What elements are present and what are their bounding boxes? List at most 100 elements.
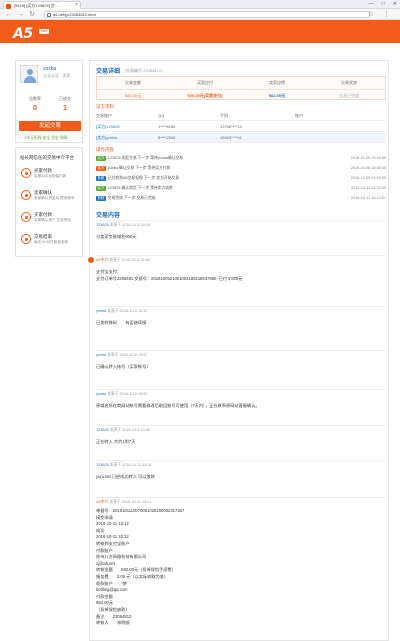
message: A5中介 发表于 2016-10-5 15:46 支付宝支付： 支付订单号220… — [88, 255, 386, 295]
summary-table: 交易金额 买家应付 卖家应得 交易状态 600.00元 600.00元(买家支付… — [96, 76, 386, 100]
menu-icon[interactable]: ⋮ — [383, 10, 390, 19]
system-icon — [88, 257, 94, 263]
browser-tab[interactable]: [9429] [买方123625] 交... × — [3, 1, 81, 9]
log-row: 买方 123625 发起交易 下一步 等待yuxba确认交易 2016-10-05… — [96, 154, 386, 162]
message-time: 发表于 2016-10-6 10:36 — [109, 428, 151, 432]
maximize-button[interactable]: □ — [382, 0, 385, 9]
message-body: 已发转移码 有否继续接 — [96, 320, 147, 325]
message-user[interactable]: A5中介 — [96, 258, 108, 262]
message-user[interactable]: 123625 — [96, 463, 109, 467]
profile-username[interactable]: yuxba — [43, 66, 56, 72]
message-body: 原域名所在商网站帐号需要修改后取回账号可使用（7天内），正在联系原网站客服确认。 — [96, 403, 260, 408]
log-text: yuxba 确认交易 下一步 等待买方付款 — [107, 166, 171, 170]
url-field[interactable]: a5.net/jy/22064812.html — [44, 11, 370, 18]
acc-cell: 1****6186 — [158, 124, 176, 129]
publish-trade-button[interactable]: 发起交易 — [19, 121, 81, 131]
message-body: 单据号 2016101110070001020200002317357 接交申请… — [96, 508, 185, 626]
acc-cell — [295, 133, 386, 142]
acc-cell: 13766****13 — [220, 124, 242, 129]
step-icon — [21, 168, 31, 178]
step-desc: 每天10:00打款到卖家 — [34, 240, 69, 244]
browser-tabbar: [9429] [买方123625] 交... × — □ ✕ — [0, 0, 400, 9]
tab-title: [9429] [买方123625] 交... — [14, 3, 59, 8]
message-time: 发表于 2016-10-5 19:52 — [107, 392, 148, 396]
message-head: yuxba 发表于 2016-10-6 19:52 — [96, 353, 386, 358]
step-icon — [21, 190, 31, 200]
log-tag: 卖方 — [96, 165, 106, 171]
summary-header: 交易状态 — [341, 80, 357, 85]
log-row: 系统 已付款到A5交易担保 下一步 卖方开始交易 2016-10-05 15:46… — [96, 174, 386, 182]
minimize-button[interactable]: — — [369, 0, 374, 9]
message-time: 发表于 2016-10-11 14:31 — [109, 463, 152, 467]
trade-status: 交易已完成 — [339, 93, 359, 98]
message-user[interactable]: yuxba — [96, 392, 106, 396]
logs-title: 操作内容 — [96, 147, 114, 152]
acc-header: 账户 — [295, 113, 303, 118]
message-time: 发表于 2016-10-11 15:12 — [109, 500, 152, 504]
close-window-button[interactable]: ✕ — [393, 0, 397, 9]
favicon-icon — [6, 3, 11, 9]
stat-label: 已成交 — [59, 96, 71, 101]
message-time: 发表于 2016-10-5 15:46 — [109, 258, 150, 262]
summary-header: 买家应付 — [197, 80, 213, 85]
message-body: 与卖家交易域名600元 — [96, 234, 137, 239]
message-body: 已确认转入帐号（买家帐号） — [96, 364, 151, 369]
message: A5中介 发表于 2016-10-11 15:12 单据号 2016101110… — [96, 497, 386, 637]
tab-close-icon[interactable]: × — [75, 2, 78, 9]
back-icon[interactable]: ← — [5, 10, 12, 19]
log-tag: 买方 — [96, 185, 106, 191]
step-icon — [21, 234, 31, 244]
site-logo[interactable]: A5 — [13, 26, 33, 42]
log-row: 买方 123625 确认收货 下一步 等待卖方收款 2016-10-11 14:3… — [96, 184, 386, 192]
reload-icon[interactable]: ↻ — [29, 10, 35, 19]
content-title: 交易内容 — [96, 213, 121, 219]
avatar[interactable] — [20, 65, 38, 83]
acc-cell: 8****2266 — [158, 135, 176, 140]
step-icon — [21, 212, 31, 222]
message: 123625 发表于 2016-10-6 10:36 正在转入 大约1到7天 — [96, 425, 386, 453]
message: yuxba 发表于 2016-10-6 19:52 已确认转入帐号（买家帐号） — [96, 350, 386, 385]
message-user[interactable]: yuxba — [96, 309, 106, 313]
forward-icon[interactable]: → — [17, 10, 24, 19]
safety-tip: ✓ 5年无担保 安全 资金 保障 — [20, 136, 68, 140]
message-user[interactable]: 123625 — [96, 428, 109, 432]
message-time: 发表于 2016-10-5 15:34 — [109, 223, 151, 227]
page-info-icon[interactable] — [47, 13, 51, 17]
summary-value-row: 600.00元 600.00元(买家支付) 582.00元 交易已完成 — [97, 89, 385, 101]
message-body: yuni.net 已经成功转入 可以放款 — [96, 474, 155, 479]
message-user[interactable]: A5中介 — [96, 500, 108, 504]
message-body: 支付宝支付： 支付订单号2206481 交易号：2016100521001004… — [96, 269, 243, 281]
log-text: 123625 发起交易 下一步 等待yuxba确认交易 — [107, 156, 184, 160]
stat-label: 总数率 — [29, 96, 41, 101]
detail-title: 交易详细 — [96, 69, 121, 75]
message: 123625 发表于 2016-10-11 14:31 yuni.net 已经成… — [96, 460, 386, 490]
detail-order-id: （交易编号 22064812） — [122, 68, 165, 73]
log-time: 2016-10-11 14:32:49 — [351, 186, 386, 190]
summary-header: 卖家应得 — [269, 80, 285, 85]
acc-cell[interactable]: [买方]123625 — [96, 122, 158, 131]
accounts-title: 双方资料 — [96, 104, 114, 109]
message-user[interactable]: yuxba — [96, 353, 106, 357]
message-body: 正在转入 大约1到7天 — [96, 439, 136, 444]
acc-cell: 18463****91 — [220, 135, 242, 140]
log-time: 2016-10-06 15:36:49 — [350, 166, 386, 170]
acc-header: 手机 — [220, 113, 228, 118]
message-head: yuxba 发表于 2016-10-5 19:52 — [96, 392, 386, 397]
process-title: 站长网信任的交易中介平台 — [20, 155, 74, 160]
log-text: 123625 确认收货 下一步 等待卖方收款 — [107, 186, 173, 190]
message: 123625 发表于 2016-10-5 15:34 与卖家交易域名600元 — [96, 220, 386, 250]
account-row-buyer: [买方]123625 1****6186 13766****13 — [96, 122, 386, 132]
account-row-seller: [卖方]yuxba 8****2266 18463****91 — [96, 133, 386, 143]
url-text: a5.net/jy/22064812.html — [53, 12, 96, 17]
process-card: 站长网信任的交易中介平台 买家付款 买家向平台担保付款 卖家确认 卖家确认资金后… — [15, 147, 83, 257]
step-desc: 卖家确认资金后 提供帐号 — [34, 196, 75, 200]
message-user[interactable]: 123625 — [96, 223, 109, 227]
message-time: 发表于 2016-10-6 19:52 — [107, 353, 148, 357]
message: yuxba 发表于 2016-10-5 19:52 原域名所在商网站帐号需要修改… — [96, 389, 386, 419]
message-head: 123625 发表于 2016-10-11 14:31 — [96, 463, 386, 468]
bookmark-star-icon[interactable]: ☆ — [368, 10, 374, 19]
avatar-body-shape — [24, 76, 36, 83]
acc-cell[interactable]: [卖方]yuxba — [96, 133, 158, 142]
log-tag: 买方 — [96, 155, 106, 161]
log-tag: 系统 — [96, 195, 106, 201]
